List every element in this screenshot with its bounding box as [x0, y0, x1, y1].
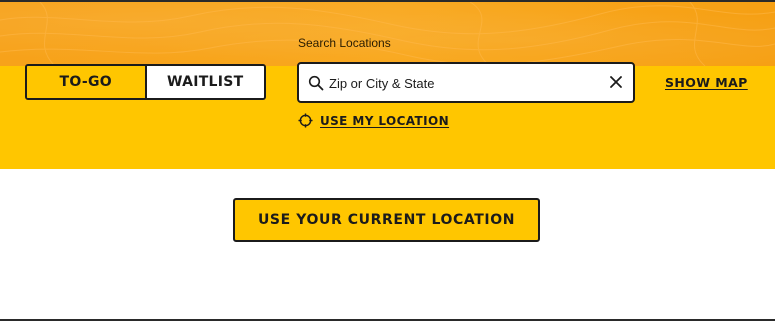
order-mode-toggle: TO-GO WAITLIST [25, 64, 266, 100]
close-icon[interactable] [609, 75, 623, 89]
topographic-pattern [0, 2, 775, 66]
togo-toggle-button[interactable]: TO-GO [27, 66, 147, 98]
use-my-location-link[interactable]: USE MY LOCATION [298, 113, 449, 128]
use-current-location-button[interactable]: USE YOUR CURRENT LOCATION [233, 198, 540, 242]
header-pattern-band [0, 2, 775, 66]
search-input[interactable] [329, 71, 599, 95]
crosshair-icon [298, 113, 313, 128]
use-my-location-label: USE MY LOCATION [320, 113, 450, 128]
waitlist-toggle-button[interactable]: WAITLIST [146, 66, 264, 98]
show-map-link[interactable]: SHOW MAP [665, 75, 748, 90]
search-label: Search Locations [298, 36, 391, 50]
search-box [297, 62, 635, 103]
page: TO-GO WAITLIST Search Locations SHOW MAP… [0, 0, 775, 321]
search-icon [308, 75, 324, 91]
